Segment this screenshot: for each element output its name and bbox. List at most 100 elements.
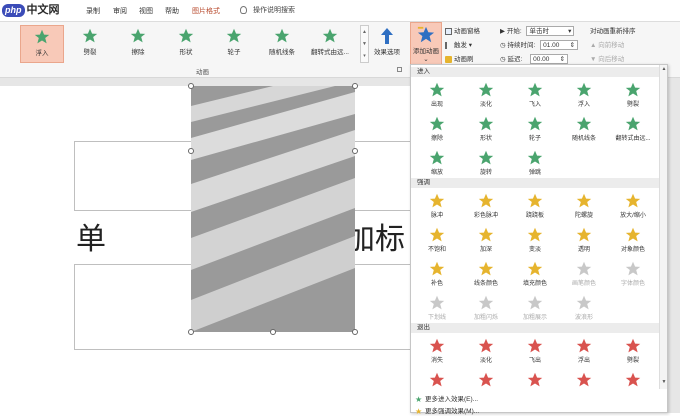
effect-2-8[interactable] xyxy=(560,370,608,400)
effect-0-0[interactable]: 出现 xyxy=(413,80,461,110)
animation-option-1[interactable]: 劈裂 xyxy=(68,25,112,63)
effect-2-9[interactable] xyxy=(609,370,657,400)
effect-1-5[interactable]: 不饱和 xyxy=(413,225,461,255)
effect-1-8[interactable]: 透明 xyxy=(560,225,608,255)
effect-label: 飞入 xyxy=(528,102,541,108)
start-select[interactable]: 单击时 ▾ xyxy=(526,26,575,37)
effect-label: 陀螺旋 xyxy=(574,213,593,219)
effect-1-2[interactable]: 跷跷板 xyxy=(511,191,559,221)
effect-star-icon xyxy=(429,338,445,353)
entrance-star-icon xyxy=(322,28,338,43)
effect-label: 波浪形 xyxy=(574,315,593,321)
effect-1-3[interactable]: 陀螺旋 xyxy=(560,191,608,221)
entrance-star-icon xyxy=(274,28,290,43)
scroll-up-icon[interactable]: ▲ xyxy=(661,66,667,72)
effect-2-1[interactable]: 淡化 xyxy=(462,336,510,366)
play-icon: ▶ xyxy=(500,28,507,35)
tab-2[interactable]: 视图 xyxy=(139,6,153,16)
tab-4[interactable]: 图片格式 xyxy=(192,6,220,16)
tell-me-search[interactable]: 操作说明搜索 xyxy=(240,5,295,15)
effect-label: 缩放 xyxy=(430,170,443,176)
effect-star-icon xyxy=(429,193,445,208)
effect-0-2[interactable]: 飞入 xyxy=(511,80,559,110)
effect-0-11[interactable]: 旋转 xyxy=(462,148,510,178)
tab-1[interactable]: 审阅 xyxy=(113,6,127,16)
animation-option-3[interactable]: 形状 xyxy=(164,25,208,63)
section-header: 进入 xyxy=(411,67,661,77)
duration-stepper[interactable]: 01.00 ⇕ xyxy=(540,40,579,51)
resize-handle[interactable] xyxy=(352,329,358,335)
animation-option-0[interactable]: 浮入 xyxy=(20,25,64,63)
animation-pane-button[interactable]: 动画窗格 xyxy=(445,25,480,35)
animation-option-6[interactable]: 翻转式由远... xyxy=(308,25,352,63)
effect-1-9[interactable]: 对象颜色 xyxy=(609,225,657,255)
trigger-icon xyxy=(445,41,452,49)
delay-stepper[interactable]: 00.00 ⇕ xyxy=(530,54,569,65)
effect-star-icon xyxy=(625,261,641,276)
gallery-scroll[interactable]: ▲ ▼ ▾ xyxy=(360,25,369,63)
effect-1-6[interactable]: 加深 xyxy=(462,225,510,255)
ribbon-tab-bar: php 中文网 录制 审阅 视图 帮助 图片格式 操作说明搜索 xyxy=(0,0,680,22)
resize-handle[interactable] xyxy=(188,329,194,335)
effect-1-10[interactable]: 补色 xyxy=(413,259,461,289)
effect-label: 劈裂 xyxy=(626,102,639,108)
move-earlier-button[interactable]: ▲ 向前移动 xyxy=(590,39,624,49)
add-animation-button[interactable]: 添加动画 ⌄ xyxy=(410,22,442,66)
effect-label: 劈裂 xyxy=(626,358,639,364)
effect-star-icon xyxy=(527,372,543,387)
effect-label: 加粗闪烁 xyxy=(473,315,498,321)
effect-options-button[interactable]: 效果选项 xyxy=(371,25,403,56)
trigger-button[interactable]: 触发 ▾ xyxy=(445,39,472,49)
move-later-button[interactable]: ▼ 向后移动 xyxy=(590,53,624,63)
resize-handle[interactable] xyxy=(270,329,276,335)
effect-star-icon xyxy=(576,227,592,242)
animation-option-2[interactable]: 擦除 xyxy=(116,25,160,63)
tab-0[interactable]: 录制 xyxy=(86,6,100,16)
effect-2-4[interactable]: 劈裂 xyxy=(609,336,657,366)
delay-row: ◷ 延迟: 00.00 ⇕ xyxy=(500,53,569,65)
effect-1-7[interactable]: 变淡 xyxy=(511,225,559,255)
animation-option-5[interactable]: 随机线条 xyxy=(260,25,304,63)
effect-label: 跷跷板 xyxy=(525,213,544,219)
resize-handle[interactable] xyxy=(188,148,194,154)
effect-0-9[interactable]: 翻转式由远... xyxy=(609,114,657,144)
more-entrance-effects[interactable]: ★ 更多进入效果(E)... xyxy=(415,393,478,403)
effect-label: 线条颜色 xyxy=(473,281,498,287)
animation-option-4[interactable]: 轮子 xyxy=(212,25,256,63)
effect-1-12[interactable]: 填充颜色 xyxy=(511,259,559,289)
effect-1-4[interactable]: 放大/缩小 xyxy=(609,191,657,221)
effect-0-8[interactable]: 随机线条 xyxy=(560,114,608,144)
effect-0-3[interactable]: 浮入 xyxy=(560,80,608,110)
start-value: 单击时 xyxy=(529,28,549,36)
effect-1-11[interactable]: 线条颜色 xyxy=(462,259,510,289)
effect-0-5[interactable]: 擦除 xyxy=(413,114,461,144)
effect-2-7[interactable] xyxy=(511,370,559,400)
effect-2-0[interactable]: 消失 xyxy=(413,336,461,366)
effect-1-14: 字体颜色 xyxy=(609,259,657,289)
effect-0-6[interactable]: 形状 xyxy=(462,114,510,144)
crosswalk-picture[interactable] xyxy=(191,86,355,332)
effect-1-1[interactable]: 彩色脉冲 xyxy=(462,191,510,221)
animation-painter-button[interactable]: 动画刷 xyxy=(445,53,474,63)
panel-scrollbar[interactable]: ▲ ▼ xyxy=(659,65,667,389)
slide[interactable]: 单 加标 题 xyxy=(0,83,420,413)
scroll-down-icon[interactable]: ▼ xyxy=(661,379,667,385)
effect-0-12[interactable]: 弹跳 xyxy=(511,148,559,178)
effect-1-18: 波浪形 xyxy=(560,293,608,323)
effect-2-2[interactable]: 飞出 xyxy=(511,336,559,366)
resize-handle[interactable] xyxy=(352,83,358,89)
tab-3[interactable]: 帮助 xyxy=(165,6,179,16)
effect-0-4[interactable]: 劈裂 xyxy=(609,80,657,110)
more-emphasis-effects[interactable]: ★ 更多强调效果(M)... xyxy=(415,405,479,415)
php-cn-logo: php 中文网 xyxy=(2,2,82,19)
effect-label: 形状 xyxy=(479,136,492,142)
effect-1-0[interactable]: 脉冲 xyxy=(413,191,461,221)
effect-0-10[interactable]: 缩放 xyxy=(413,148,461,178)
effect-0-1[interactable]: 淡化 xyxy=(462,80,510,110)
resize-handle[interactable] xyxy=(188,83,194,89)
effect-2-3[interactable]: 浮出 xyxy=(560,336,608,366)
group-launcher-icon[interactable] xyxy=(397,67,402,72)
effect-0-7[interactable]: 轮子 xyxy=(511,114,559,144)
resize-handle[interactable] xyxy=(352,148,358,154)
effect-star-icon xyxy=(576,372,592,387)
